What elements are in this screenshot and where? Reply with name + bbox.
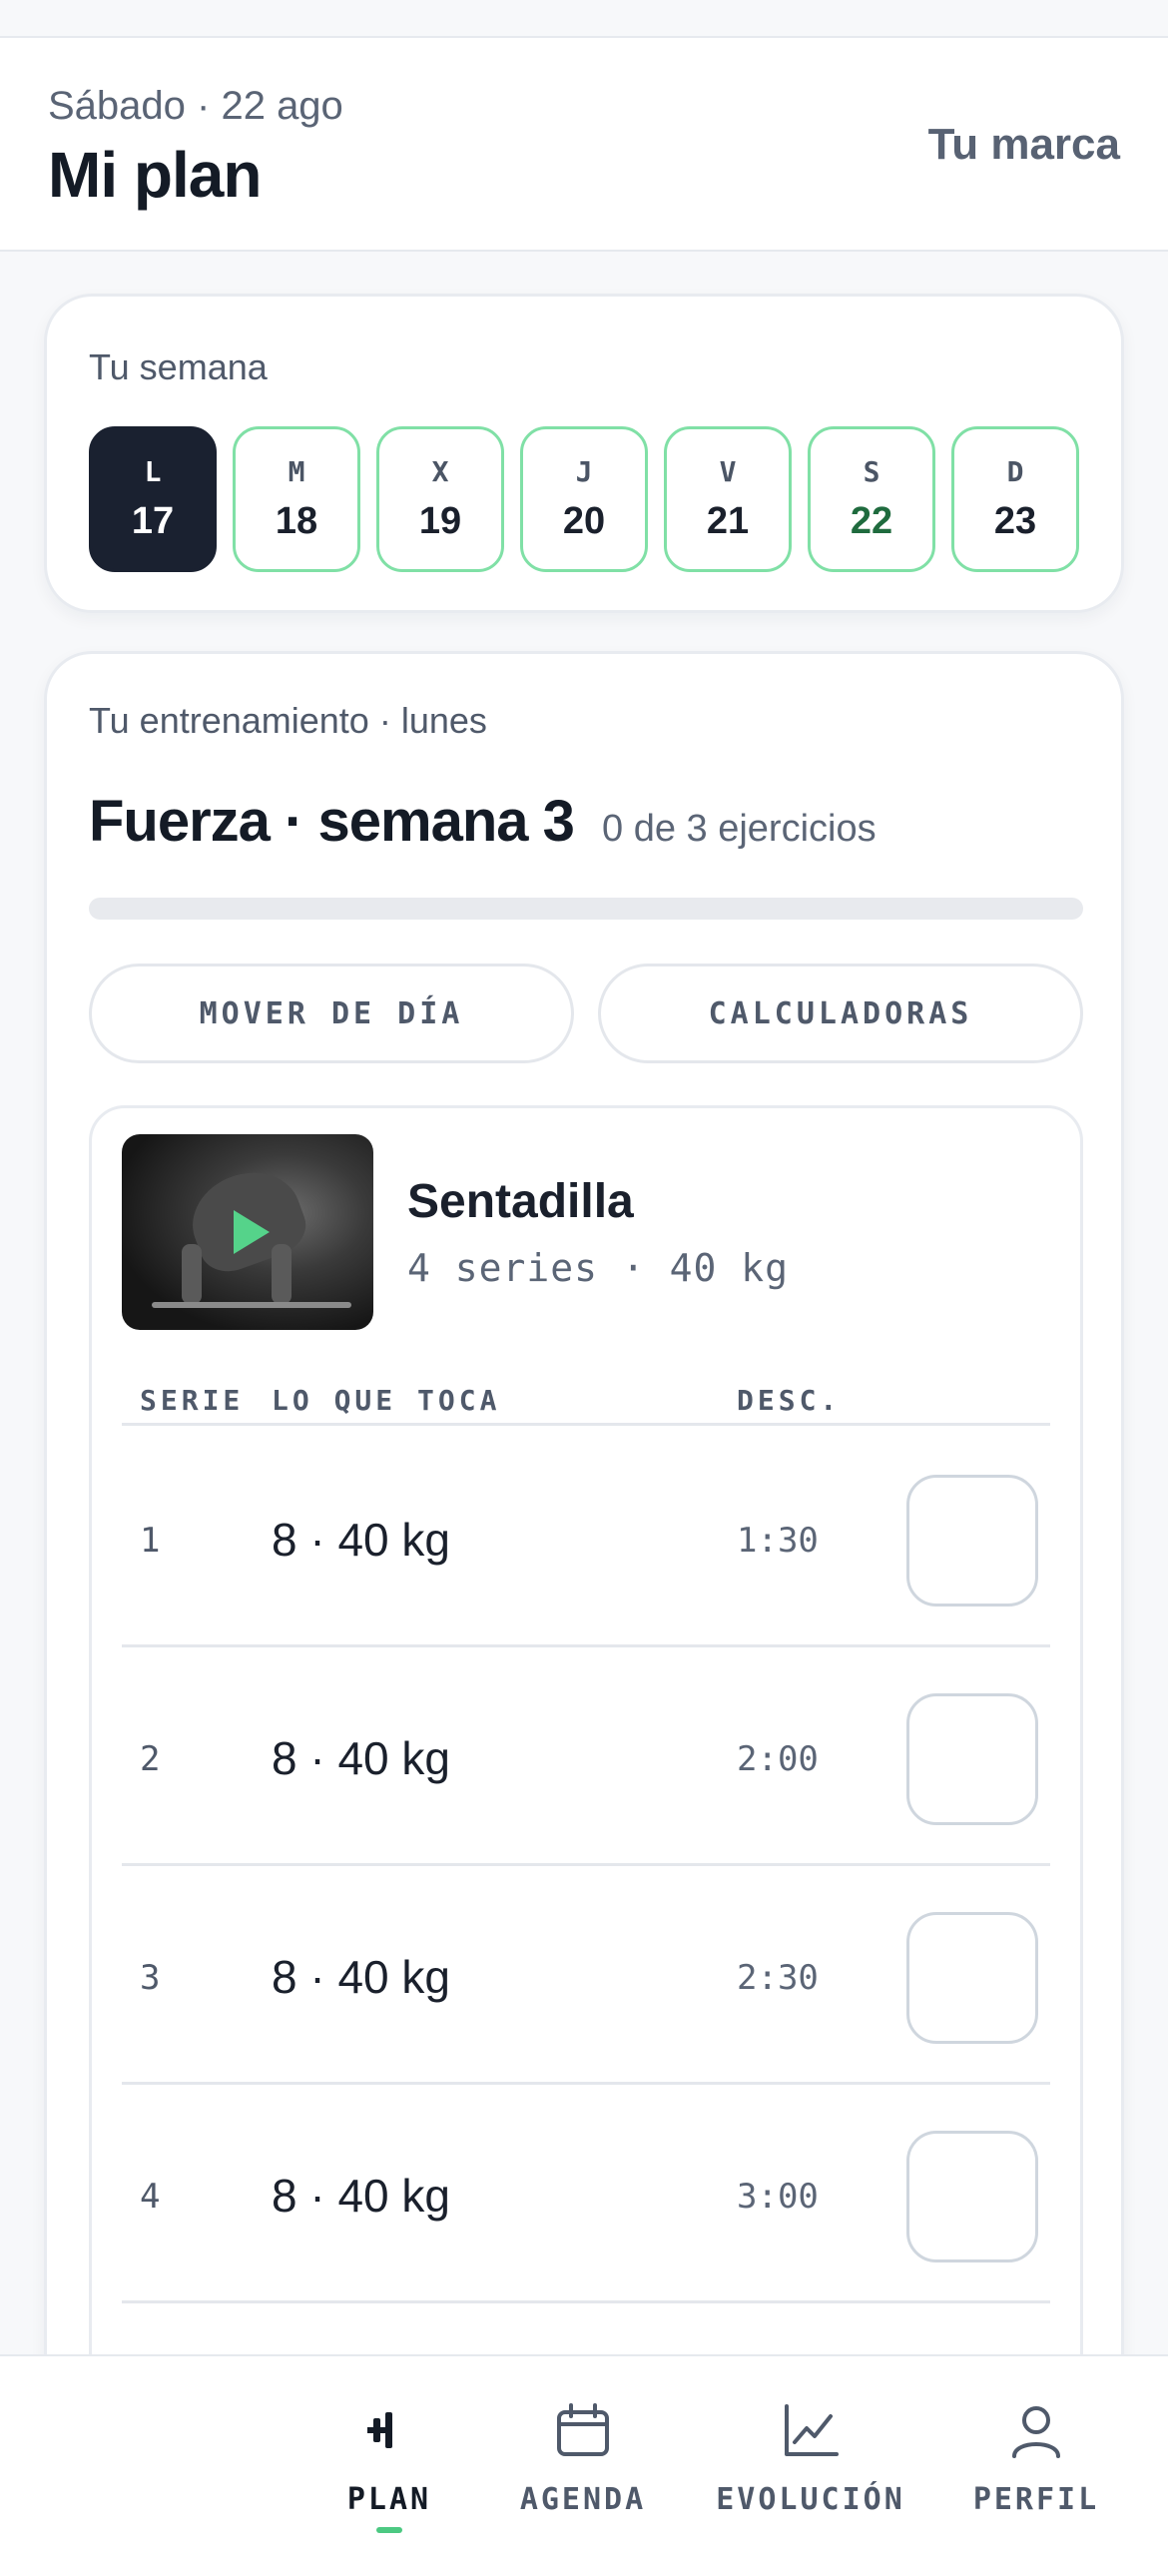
set-row: 2 8 · 40 kg 2:00 [122, 1647, 1050, 1866]
nav-evolucion[interactable]: EVOLUCIÓN [711, 2400, 910, 2517]
calculators-button[interactable]: CALCULADORAS [598, 964, 1083, 1063]
thumbnail-figure [182, 1244, 202, 1304]
day-number: 22 [850, 500, 893, 542]
chart-line-icon [785, 2404, 839, 2456]
thumbnail-figure [272, 1244, 292, 1304]
week-label: Tu semana [89, 346, 268, 387]
week-card: Tu semana L 17 M 18 X 19 J 20 V 21 S 22 … [44, 294, 1124, 613]
set-load: 8 · 40 kg [272, 1514, 450, 1566]
page-title: Mi plan [48, 139, 262, 211]
set-complete-checkbox[interactable] [906, 1693, 1038, 1825]
nav-plan-label: PLAN [346, 2482, 432, 2517]
move-day-button[interactable]: MOVER DE DÍA [89, 964, 574, 1063]
nav-perfil-label: PERFIL [972, 2482, 1100, 2517]
day-sat[interactable]: S 22 [808, 426, 935, 572]
exercise-meta: 4 series · 40 kg [407, 1246, 790, 1290]
set-rest: 3:00 [737, 2177, 819, 2217]
training-label: Tu entrenamiento · lunes [89, 700, 487, 741]
set-complete-checkbox[interactable] [906, 1912, 1038, 2044]
day-sun[interactable]: D 23 [951, 426, 1079, 572]
set-row: 4 8 · 40 kg 3:00 [122, 2085, 1050, 2303]
play-icon[interactable] [234, 1210, 270, 1254]
nav-evolucion-label: EVOLUCIÓN [716, 2482, 905, 2517]
bottom-nav: PLAN AGENDA EVOLUCIÓN PERFIL [0, 2354, 1168, 2576]
training-progress-bar [89, 898, 1083, 920]
day-letter: D [1006, 455, 1024, 488]
calendar-icon [557, 2403, 609, 2456]
sets-table-header: SERIE LO QUE TOCA DESC. [122, 1376, 1050, 1426]
active-indicator [376, 2527, 402, 2533]
nav-agenda-label: AGENDA [519, 2482, 647, 2517]
set-load: 8 · 40 kg [272, 2170, 450, 2222]
day-fri[interactable]: V 21 [664, 426, 792, 572]
set-row: 3 8 · 40 kg 2:30 [122, 1866, 1050, 2085]
training-card: Tu entrenamiento · lunes Fuerza · semana… [44, 651, 1124, 2576]
week-days: L 17 M 18 X 19 J 20 V 21 S 22 D 23 [89, 426, 1079, 572]
day-number: 17 [131, 500, 175, 542]
exercise-name: Sentadilla [407, 1175, 634, 1228]
day-letter: S [863, 455, 880, 488]
day-letter: X [431, 455, 449, 488]
day-wed[interactable]: X 19 [376, 426, 504, 572]
day-mon[interactable]: L 17 [89, 426, 217, 572]
day-tue[interactable]: M 18 [233, 426, 360, 572]
day-letter: M [288, 455, 305, 488]
day-number: 19 [418, 500, 462, 542]
day-letter: V [719, 455, 737, 488]
day-thu[interactable]: J 20 [520, 426, 648, 572]
day-letter: J [575, 455, 593, 488]
user-icon [1012, 2406, 1060, 2458]
day-number: 23 [993, 500, 1037, 542]
set-number: 1 [140, 1521, 161, 1561]
set-number: 2 [140, 1739, 161, 1779]
day-number: 20 [562, 500, 606, 542]
set-number: 4 [140, 2177, 161, 2217]
day-number: 18 [275, 500, 318, 542]
app-header: Sábado · 22 ago Mi plan Tu marca [0, 36, 1168, 252]
exercise-video-thumbnail[interactable] [122, 1134, 373, 1330]
set-load: 8 · 40 kg [272, 1732, 450, 1784]
set-load: 8 · 40 kg [272, 1951, 450, 2003]
set-number: 3 [140, 1958, 161, 1998]
dumbbell-icon [367, 2412, 392, 2448]
header-load: LO QUE TOCA [272, 1384, 501, 1417]
nav-plan[interactable]: PLAN [290, 2400, 489, 2533]
header-serie: SERIE [140, 1384, 245, 1417]
set-row: 1 8 · 40 kg 1:30 [122, 1429, 1050, 1647]
brand-link[interactable]: Tu marca [928, 120, 1120, 170]
set-rest: 2:00 [737, 1739, 819, 1779]
header-date: Sábado · 22 ago [48, 84, 343, 128]
set-complete-checkbox[interactable] [906, 2131, 1038, 2262]
set-rest: 1:30 [737, 1521, 819, 1561]
training-title: Fuerza · semana 3 [89, 789, 575, 854]
header-rest: DESC. [737, 1384, 842, 1417]
day-number: 21 [706, 500, 750, 542]
nav-agenda[interactable]: AGENDA [483, 2400, 683, 2517]
set-rest: 2:30 [737, 1958, 819, 1998]
set-complete-checkbox[interactable] [906, 1475, 1038, 1607]
day-letter: L [144, 455, 162, 488]
nav-perfil[interactable]: PERFIL [936, 2400, 1136, 2517]
thumbnail-barbell [152, 1302, 351, 1308]
exercise-count: 0 de 3 ejercicios [602, 808, 876, 850]
